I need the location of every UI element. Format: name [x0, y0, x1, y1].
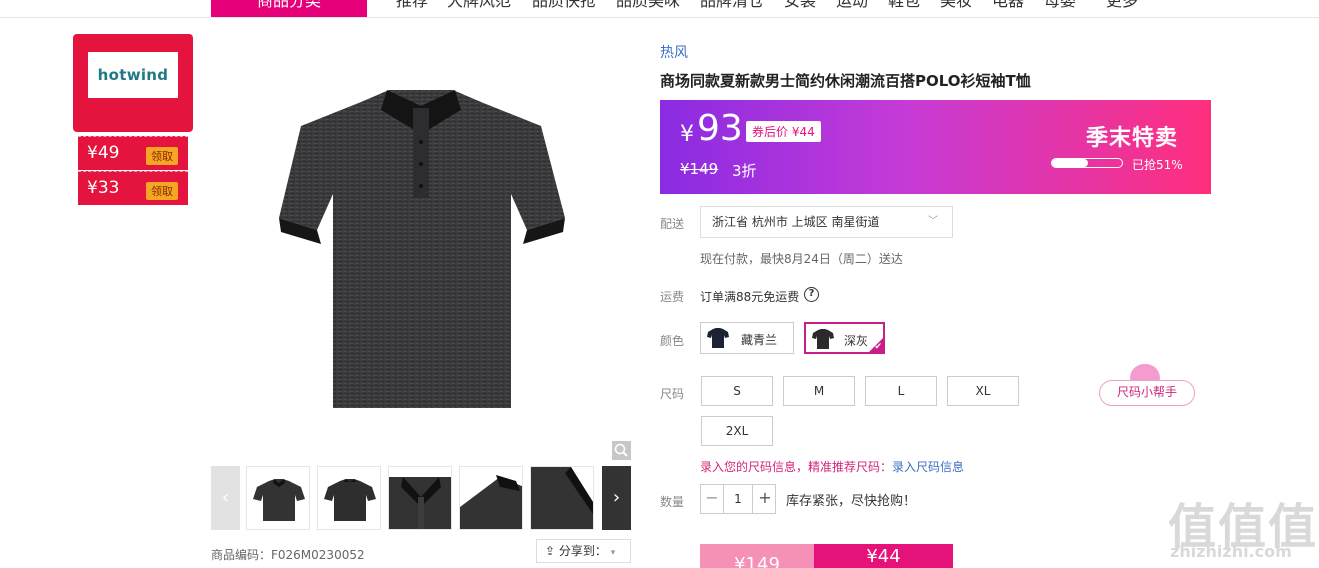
nav-item[interactable]: 品质美味 [616, 0, 680, 12]
thumbnail[interactable] [388, 466, 452, 530]
claim-coupon-button[interactable]: 领取 [146, 147, 178, 165]
color-option[interactable]: 藏青兰 [700, 322, 794, 354]
buy-coupon-button[interactable]: ¥44 [814, 544, 953, 568]
zoom-icon[interactable] [612, 441, 631, 460]
thumbnail[interactable] [317, 466, 381, 530]
size-tip: 录入您的尺码信息，精准推荐尺码：录入尺码信息 [700, 458, 964, 475]
color-swatch-image [812, 329, 834, 349]
address-select[interactable]: 浙江省 杭州市 上城区 南星街道 ﹀ [700, 206, 953, 238]
nav-item[interactable]: 电器 [992, 0, 1024, 12]
size-option[interactable]: M [783, 376, 855, 406]
chevron-down-icon: ▾ [610, 548, 616, 558]
color-swatch-image [707, 328, 729, 348]
chevron-down-icon: ﹀ [928, 216, 938, 227]
grabbed-percent: 已抢51% [1132, 158, 1183, 172]
quantity-input[interactable]: 1 [723, 485, 753, 513]
promo-label: 季末特卖 [1086, 126, 1179, 151]
decrease-button[interactable]: − [701, 485, 723, 513]
color-option-label: 深灰 [844, 334, 869, 348]
price-banner: ¥ 93 券后价 ¥44 ¥149 3折 季末特卖 已抢51% [660, 100, 1211, 194]
nav-item[interactable]: 女装 [784, 0, 816, 12]
help-icon[interactable]: ? [804, 287, 819, 302]
store-coupon[interactable]: ¥33 领取 [78, 171, 188, 205]
store-coupon[interactable]: ¥49 领取 [78, 136, 188, 170]
color-option-selected[interactable]: 深灰 ✔ [804, 322, 885, 354]
product-title: 商场同款夏新款男士简约休闲潮流百搭POLO衫短袖T恤 [660, 72, 1031, 90]
nav-item[interactable]: 运动 [836, 0, 868, 12]
size-tip-text: 录入您的尺码信息，精准推荐尺码： [700, 460, 893, 474]
increase-button[interactable]: + [754, 485, 776, 513]
brand-link[interactable]: 热风 [660, 42, 688, 62]
watermark-url: zhizhizhi.com [1170, 542, 1292, 561]
checkmark-icon: ✔ [874, 342, 882, 352]
currency-symbol: ¥ [680, 122, 694, 147]
quantity-label: 数量 [660, 495, 685, 509]
grab-progress-bar [1051, 158, 1123, 168]
nav-item[interactable]: 美妆 [940, 0, 972, 12]
nav-item[interactable]: 品质快抢 [532, 0, 596, 12]
discount-label: 3折 [732, 162, 757, 180]
delivery-label: 配送 [660, 217, 685, 231]
shipping-label: 运费 [660, 290, 685, 304]
shipping-value: 订单满88元免运费 [700, 290, 800, 304]
thumb-next-button[interactable]: › [602, 466, 631, 530]
size-option[interactable]: 2XL [701, 416, 773, 446]
thumbnail[interactable] [530, 466, 594, 530]
coupon-amount: ¥49 [87, 143, 120, 163]
nav-item-more[interactable]: 更多 [1106, 0, 1138, 12]
original-price: ¥149 [680, 160, 719, 178]
main-product-image[interactable] [211, 34, 631, 460]
quantity-stepper[interactable]: − 1 + [700, 484, 776, 514]
delivery-estimate: 现在付款，最快8月24日（周二）送达 [700, 252, 903, 266]
top-nav: 商品分类 推荐 大牌风范 品质快抢 品质美味 品牌清仓 女装 运动 鞋包 美妆 … [0, 0, 1319, 18]
nav-item[interactable]: 品牌清仓 [700, 0, 764, 12]
grab-progress-fill [1052, 159, 1088, 167]
size-option[interactable]: XL [947, 376, 1019, 406]
buy-original-button[interactable]: ¥149 [700, 544, 814, 568]
address-value: 浙江省 杭州市 上城区 南星街道 [712, 215, 880, 229]
size-option[interactable]: S [701, 376, 773, 406]
size-helper-button[interactable]: 尺码小帮手 [1099, 380, 1195, 406]
thumbnail[interactable] [246, 466, 310, 530]
thumbnail[interactable] [459, 466, 523, 530]
store-badge[interactable]: hotwind [73, 34, 193, 132]
category-menu-button[interactable]: 商品分类 [211, 0, 367, 17]
stock-note: 库存紧张，尽快抢购！ [786, 494, 917, 509]
color-option-label: 藏青兰 [741, 333, 778, 347]
polo-shirt-image [279, 90, 565, 408]
size-info-link[interactable]: 录入尺码信息 [892, 460, 964, 474]
color-label: 颜色 [660, 334, 685, 348]
current-price: 93 [697, 108, 743, 149]
size-label: 尺码 [660, 387, 685, 401]
nav-item[interactable]: 大牌风范 [447, 0, 511, 12]
share-icon: ⇪ [545, 544, 556, 558]
share-button[interactable]: ⇪ 分享到： ▾ [536, 539, 631, 563]
claim-coupon-button[interactable]: 领取 [146, 182, 178, 200]
size-option[interactable]: L [865, 376, 937, 406]
coupon-amount: ¥33 [87, 178, 120, 198]
store-logo: hotwind [88, 52, 178, 98]
nav-item[interactable]: 母婴 [1044, 0, 1076, 12]
nav-item[interactable]: 推荐 [396, 0, 428, 12]
sku-code: 商品编码：F026M0230052 [211, 548, 365, 562]
share-label: 分享到： [558, 544, 607, 558]
thumb-prev-button[interactable]: ‹ [211, 466, 240, 530]
after-coupon-price: 券后价 ¥44 [746, 121, 821, 142]
nav-item[interactable]: 鞋包 [888, 0, 920, 12]
